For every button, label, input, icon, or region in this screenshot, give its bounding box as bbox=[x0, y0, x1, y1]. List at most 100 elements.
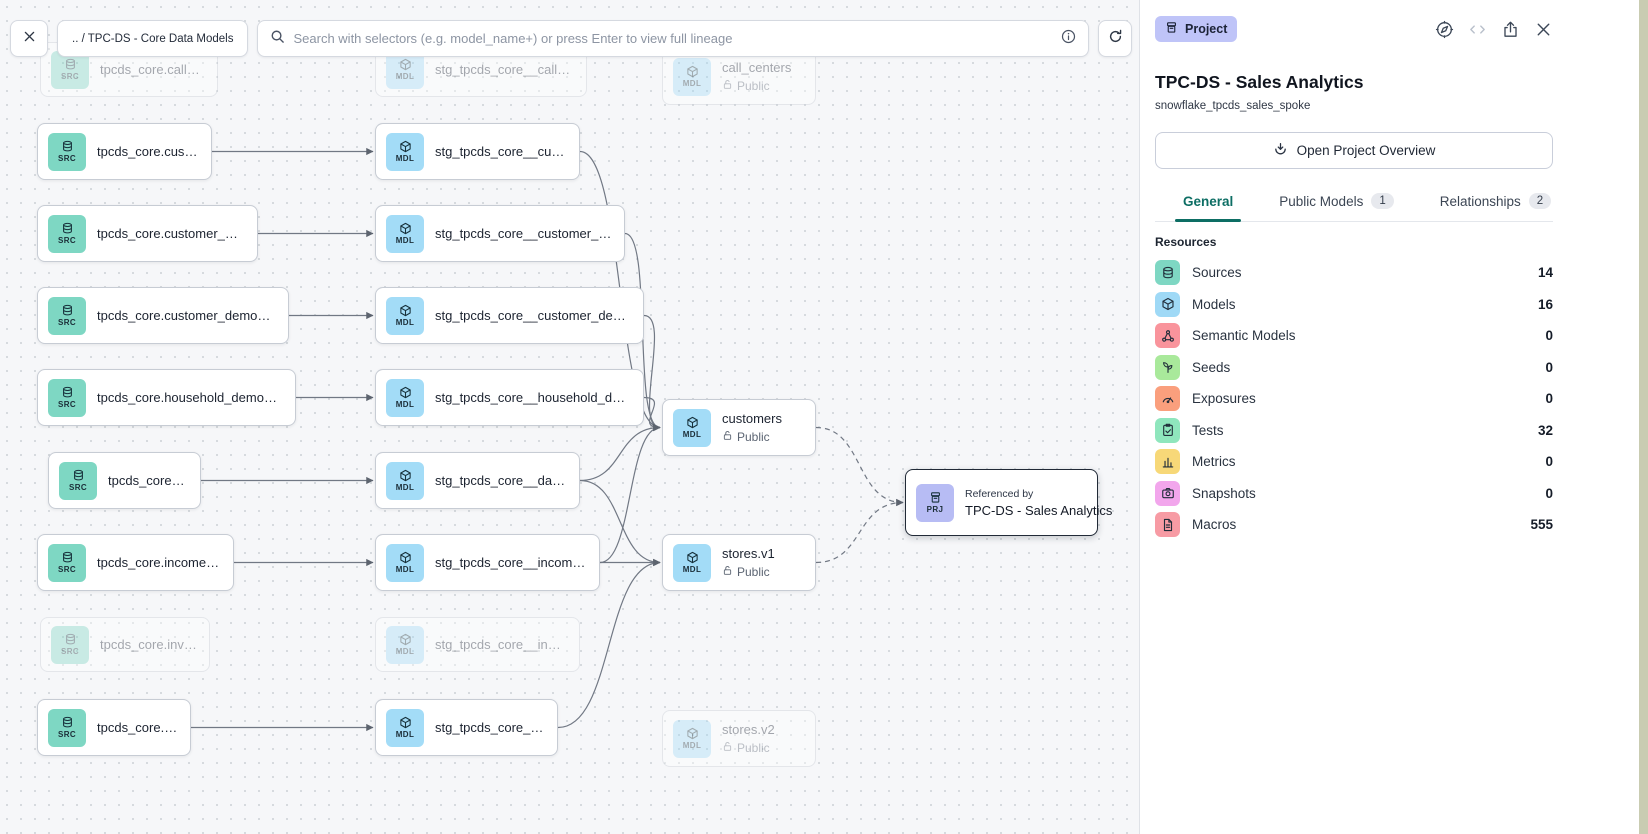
tab-relationships[interactable]: Relationships2 bbox=[1440, 193, 1551, 221]
resource-label: Macros bbox=[1192, 517, 1518, 532]
node-label: stg_tpcds_core__customer_demogra... bbox=[435, 308, 631, 323]
tab-general[interactable]: General bbox=[1183, 193, 1233, 221]
edge-mdl_customers-to-prj_sales_analytics bbox=[816, 428, 903, 503]
cube-icon: MDL bbox=[673, 58, 711, 96]
node-label: stg_tpcds_core__customer bbox=[435, 144, 567, 159]
node-label: stg_tpcds_core__inventory bbox=[435, 637, 567, 652]
search-bar[interactable] bbox=[257, 20, 1089, 57]
refresh-lineage-button[interactable] bbox=[1098, 20, 1132, 57]
node-label: stores.v1 bbox=[722, 546, 775, 561]
node-text: stg_tpcds_core__date_dim bbox=[435, 473, 567, 488]
node-mdl_customer_demographics[interactable]: MDL stg_tpcds_core__customer_demogra... bbox=[375, 287, 644, 344]
panel-tabs: General Public Models1 Relationships2 bbox=[1155, 193, 1553, 222]
node-label: stg_tpcds_core__date_dim bbox=[435, 473, 567, 488]
lock-open-icon bbox=[722, 79, 733, 93]
node-text: stg_tpcds_core__customer_address bbox=[435, 226, 612, 241]
cube-icon: MDL bbox=[673, 720, 711, 758]
node-mdl_customer[interactable]: MDL stg_tpcds_core__customer bbox=[375, 123, 580, 180]
resource-count: 0 bbox=[1545, 391, 1553, 406]
node-mdl_household_demographics[interactable]: MDL stg_tpcds_core__household_demogr... bbox=[375, 369, 644, 426]
node-src_date_dim[interactable]: SRC tpcds_core.date_dim bbox=[48, 452, 201, 509]
node-mdl_date_dim[interactable]: MDL stg_tpcds_core__date_dim bbox=[375, 452, 580, 509]
node-src_customer[interactable]: SRC tpcds_core.customer bbox=[37, 123, 212, 180]
node-prj_sales_analytics[interactable]: PRJ Referenced by TPC-DS - Sales Analyti… bbox=[905, 469, 1098, 536]
resource-row-tests: Tests 32 bbox=[1155, 418, 1553, 443]
lock-open-icon bbox=[722, 741, 733, 755]
resource-label: Exposures bbox=[1192, 391, 1533, 406]
share-icon[interactable] bbox=[1501, 20, 1520, 39]
close-panel-icon[interactable] bbox=[1534, 20, 1553, 39]
project-icon bbox=[1165, 21, 1178, 37]
node-label: TPC-DS - Sales Analytics bbox=[965, 503, 1085, 518]
node-type-label: MDL bbox=[396, 483, 415, 492]
page-title: TPC-DS - Sales Analytics bbox=[1155, 72, 1553, 93]
resource-count: 0 bbox=[1545, 328, 1553, 343]
node-type-label: MDL bbox=[396, 72, 415, 81]
cube-icon: MDL bbox=[386, 544, 424, 582]
explore-compass-icon[interactable] bbox=[1435, 20, 1454, 39]
resource-count: 0 bbox=[1545, 454, 1553, 469]
close-icon bbox=[22, 29, 37, 49]
node-mdl_income_band[interactable]: MDL stg_tpcds_core__income_band bbox=[375, 534, 600, 591]
breadcrumb[interactable]: .. / TPC-DS - Core Data Models bbox=[57, 20, 248, 57]
node-type-label: MDL bbox=[683, 565, 702, 574]
resource-label: Semantic Models bbox=[1192, 328, 1533, 343]
node-text: tpcds_core.customer bbox=[97, 144, 199, 159]
resource-label: Tests bbox=[1192, 423, 1526, 438]
search-input[interactable] bbox=[293, 31, 1053, 46]
node-mdl_inventory[interactable]: MDL stg_tpcds_core__inventory bbox=[375, 617, 580, 672]
node-text: stg_tpcds_core__call_center bbox=[435, 62, 574, 77]
node-src_customer_address[interactable]: SRC tpcds_core.customer_address bbox=[37, 205, 258, 262]
resource-row-models: Models 16 bbox=[1155, 292, 1553, 317]
visibility-badge: Public bbox=[722, 430, 782, 444]
cube-icon: MDL bbox=[673, 544, 711, 582]
database-icon: SRC bbox=[59, 462, 97, 500]
cube-icon: MDL bbox=[386, 709, 424, 747]
lineage-canvas: SRC tpcds_core.call_center MDL stg_tpcds… bbox=[0, 0, 1139, 834]
node-mdl_store[interactable]: MDL stg_tpcds_core__store bbox=[375, 699, 558, 756]
database-icon bbox=[1155, 260, 1180, 285]
node-type-label: MDL bbox=[396, 565, 415, 574]
node-mdl_stores_v1[interactable]: MDL stores.v1 Public bbox=[662, 534, 816, 591]
node-type-label: SRC bbox=[61, 647, 79, 656]
node-type-label: MDL bbox=[396, 154, 415, 163]
cube-icon bbox=[1155, 292, 1180, 317]
node-text: call_centers Public bbox=[722, 60, 791, 93]
resource-count: 555 bbox=[1530, 517, 1553, 532]
node-mdl_customer_address[interactable]: MDL stg_tpcds_core__customer_address bbox=[375, 205, 625, 262]
node-src_customer_demographics[interactable]: SRC tpcds_core.customer_demographics bbox=[37, 287, 289, 344]
resource-count: 0 bbox=[1545, 486, 1553, 501]
database-icon: SRC bbox=[48, 379, 86, 417]
resource-row-metrics: Metrics 0 bbox=[1155, 449, 1553, 474]
node-mdl_stores_v2[interactable]: MDL stores.v2 Public bbox=[662, 710, 816, 767]
database-icon: SRC bbox=[48, 709, 86, 747]
node-text: Referenced by TPC-DS - Sales Analytics bbox=[965, 488, 1085, 518]
node-src_store[interactable]: SRC tpcds_core.store bbox=[37, 699, 191, 756]
project-icon: PRJ bbox=[916, 484, 954, 522]
tab-label: Relationships bbox=[1440, 194, 1521, 209]
node-type-label: SRC bbox=[61, 72, 79, 81]
cube-icon: MDL bbox=[386, 626, 424, 664]
node-type-label: MDL bbox=[396, 400, 415, 409]
node-src_income_band[interactable]: SRC tpcds_core.income_band bbox=[37, 534, 234, 591]
resource-row-snapshots: Snapshots 0 bbox=[1155, 481, 1553, 506]
node-mdl_customers[interactable]: MDL customers Public bbox=[662, 399, 816, 456]
cube-icon: MDL bbox=[386, 133, 424, 171]
node-text: stg_tpcds_core__customer bbox=[435, 144, 567, 159]
breadcrumb-label: .. / TPC-DS - Core Data Models bbox=[72, 33, 233, 45]
resource-label: Models bbox=[1192, 297, 1526, 312]
close-lineage-button[interactable] bbox=[10, 20, 48, 57]
tab-public-models[interactable]: Public Models1 bbox=[1279, 193, 1393, 221]
details-panel: Project TPC-DS - Sales Analytics snowfla… bbox=[1139, 0, 1640, 834]
open-project-overview-button[interactable]: Open Project Overview bbox=[1155, 132, 1553, 169]
node-text: tpcds_core.income_band bbox=[97, 555, 221, 570]
node-type-label: SRC bbox=[58, 236, 76, 245]
info-icon[interactable] bbox=[1061, 29, 1076, 49]
node-text: tpcds_core.inventory bbox=[100, 637, 197, 652]
node-type-label: MDL bbox=[396, 236, 415, 245]
database-icon: SRC bbox=[48, 544, 86, 582]
node-src_household_demographics[interactable]: SRC tpcds_core.household_demographics bbox=[37, 369, 296, 426]
node-src_inventory[interactable]: SRC tpcds_core.inventory bbox=[40, 617, 210, 672]
node-type-label: MDL bbox=[396, 730, 415, 739]
project-badge-label: Project bbox=[1185, 22, 1227, 36]
